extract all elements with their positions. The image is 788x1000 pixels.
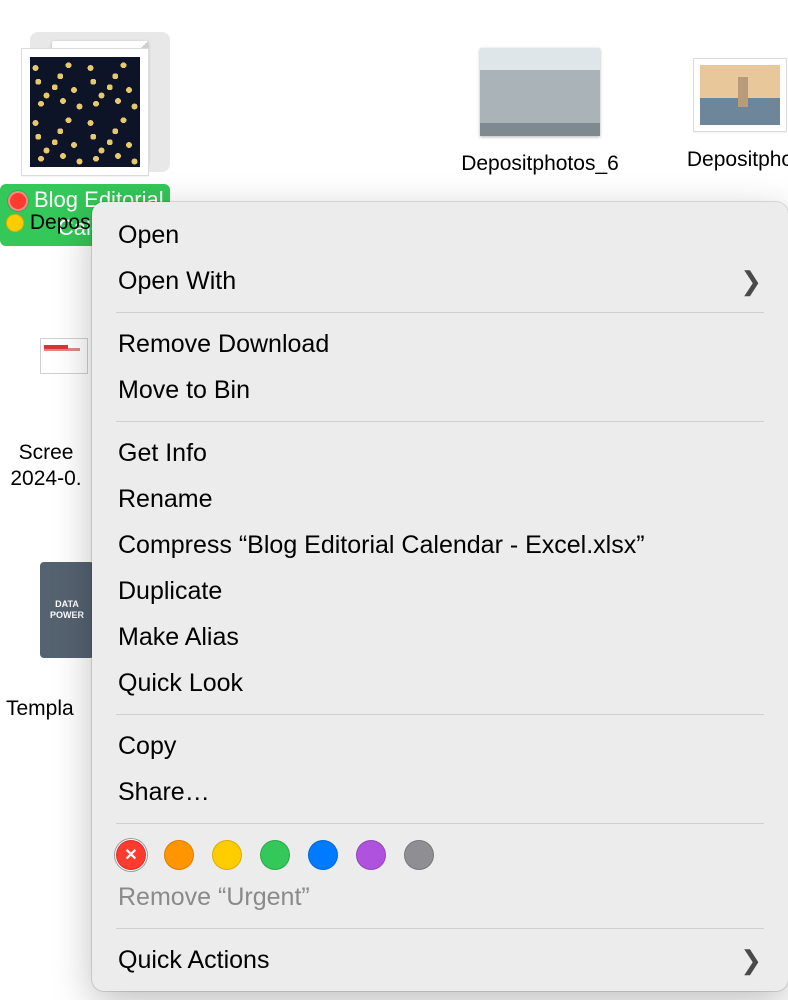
menu-separator [116, 928, 764, 929]
file-item[interactable]: DATA POWER [40, 562, 94, 658]
file-thumbnail [40, 338, 88, 374]
menu-separator [116, 312, 764, 313]
file-item[interactable]: Depositphotos_6 [440, 48, 640, 177]
menu-item-share[interactable]: Share… [92, 769, 788, 815]
menu-item-compress[interactable]: Compress “Blog Editorial Calendar - Exce… [92, 522, 788, 568]
chevron-right-icon: ❯ [740, 264, 762, 298]
menu-item-duplicate[interactable]: Duplicate [92, 568, 788, 614]
menu-item-open-with[interactable]: Open With ❯ [92, 258, 788, 304]
menu-separator [116, 823, 764, 824]
menu-item-get-info[interactable]: Get Info [92, 430, 788, 476]
tag-color-green[interactable] [260, 840, 290, 870]
menu-item-copy[interactable]: Copy [92, 723, 788, 769]
file-label: Templa [6, 696, 74, 722]
tag-color-row [92, 832, 788, 874]
menu-separator [116, 421, 764, 422]
tag-color-yellow[interactable] [212, 840, 242, 870]
context-menu: Open Open With ❯ Remove Download Move to… [92, 202, 788, 991]
tag-color-gray[interactable] [404, 840, 434, 870]
tag-color-red[interactable] [116, 840, 146, 870]
file-thumbnail: DATA POWER [40, 562, 94, 658]
menu-separator [116, 714, 764, 715]
menu-item-move-to-bin[interactable]: Move to Bin [92, 367, 788, 413]
file-item[interactable] [40, 338, 88, 381]
tag-color-purple[interactable] [356, 840, 386, 870]
file-label: Depositpho [665, 147, 788, 173]
menu-item-quick-actions[interactable]: Quick Actions ❯ [92, 937, 788, 983]
menu-item-rename[interactable]: Rename [92, 476, 788, 522]
file-label: Scree 2024-0. [0, 440, 92, 492]
file-label: Depositphotos_6 [440, 151, 640, 177]
menu-item-remove-download[interactable]: Remove Download [92, 321, 788, 367]
file-thumbnail [480, 48, 600, 136]
file-thumbnail [693, 58, 787, 132]
file-item[interactable]: Depositpho [665, 58, 788, 173]
menu-item-open[interactable]: Open [92, 212, 788, 258]
tag-color-orange[interactable] [164, 840, 194, 870]
file-thumbnail [21, 48, 149, 176]
menu-item-quick-look[interactable]: Quick Look [92, 660, 788, 706]
tag-color-blue[interactable] [308, 840, 338, 870]
menu-item-remove-tag[interactable]: Remove “Urgent” [92, 874, 788, 920]
tag-dot-yellow-icon [6, 214, 24, 232]
menu-item-make-alias[interactable]: Make Alias [92, 614, 788, 660]
chevron-right-icon: ❯ [740, 943, 762, 977]
